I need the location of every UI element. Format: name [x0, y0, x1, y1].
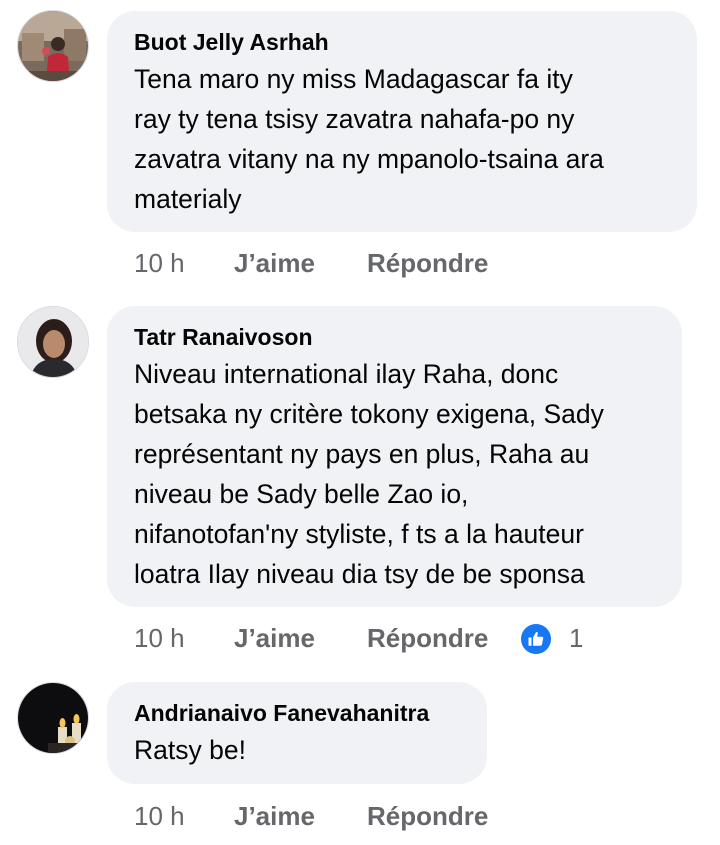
comment-author[interactable]: Buot Jelly Asrhah: [134, 28, 671, 56]
comment-timestamp[interactable]: 10 h: [134, 801, 234, 832]
comment-text: Ratsy be!: [134, 735, 246, 765]
avatar[interactable]: [17, 306, 89, 378]
comment-bubble: Andrianaivo Fanevahanitra Ratsy be!: [107, 682, 487, 784]
comment-text: Tena maro ny miss Madagascar fa ity ray …: [134, 64, 604, 214]
like-button[interactable]: J’aime: [234, 801, 367, 832]
comment-actions: 10 h J’aime Répondre: [134, 245, 488, 281]
comment-actions: 10 h J’aime Répondre: [134, 620, 488, 656]
reply-button[interactable]: Répondre: [367, 248, 488, 279]
comment-author[interactable]: Tatr Ranaivoson: [134, 323, 656, 351]
comment-timestamp[interactable]: 10 h: [134, 248, 234, 279]
comment-timestamp[interactable]: 10 h: [134, 623, 234, 654]
comment-bubble: Tatr Ranaivoson Niveau international ila…: [107, 306, 682, 607]
like-button[interactable]: J’aime: [234, 623, 367, 654]
like-button[interactable]: J’aime: [234, 248, 367, 279]
comment-actions: 10 h J’aime Répondre: [134, 798, 488, 834]
thumbs-up-icon: [521, 623, 551, 654]
avatar[interactable]: [17, 10, 89, 82]
avatar[interactable]: [17, 682, 89, 754]
reply-button[interactable]: Répondre: [367, 623, 488, 654]
profile-photo-icon: [18, 683, 88, 753]
reply-button[interactable]: Répondre: [367, 801, 488, 832]
reaction-summary[interactable]: 1: [521, 623, 583, 654]
comment-text: Niveau international ilay Raha, donc bet…: [134, 359, 604, 589]
profile-photo-icon: [18, 307, 88, 377]
comment-bubble: Buot Jelly Asrhah Tena maro ny miss Mada…: [107, 11, 697, 232]
profile-photo-icon: [18, 11, 88, 81]
reaction-count: 1: [569, 623, 584, 653]
comment-author[interactable]: Andrianaivo Fanevahanitra: [134, 699, 461, 727]
